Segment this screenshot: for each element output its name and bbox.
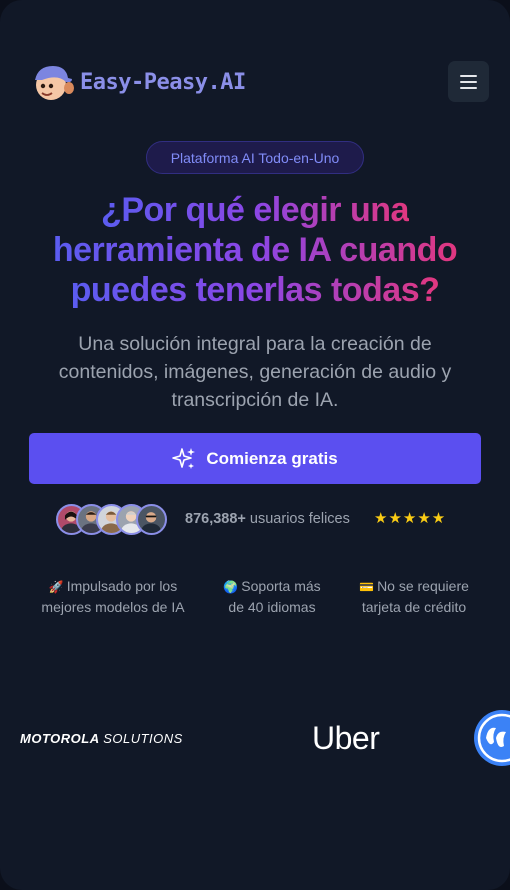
sparkles-icon [172, 447, 196, 469]
subtitle-line: Una solución integral para la creación d… [78, 333, 432, 355]
users-label: usuarios felices [249, 511, 350, 527]
start-free-button[interactable]: Comienza gratis [29, 433, 481, 484]
hamburger-menu-icon [460, 80, 477, 83]
headline-line: ¿Por qué elegir una [101, 191, 409, 229]
client-logos: MOTOROLA SOLUTIONS Uber [0, 706, 510, 772]
avatar [136, 504, 167, 535]
feature-text: de 40 idiomas [228, 599, 316, 615]
subtitle-line: transcripción de IA. [171, 389, 339, 411]
mascot-logo-icon [35, 66, 74, 100]
uber-logo: Uber [312, 720, 380, 756]
feature-item: 🚀 Impulsado por los mejores modelos de IA [36, 576, 190, 617]
brand-name: Easy-Peasy.AI [80, 69, 246, 95]
logo-text: SOLUTIONS [103, 731, 183, 746]
feature-item: 🌍 Soporta más de 40 idiomas [214, 576, 330, 617]
logo-text: MOTOROLA [20, 731, 100, 746]
users-count: 876,388+ [185, 511, 246, 527]
ge-logo-icon [474, 710, 510, 766]
feature-text: mejores modelos de IA [41, 599, 185, 615]
feature-item: 💳 No se requiere tarjeta de crédito [350, 576, 478, 617]
feature-text: No se requiere [377, 578, 469, 594]
start-free-label: Comienza gratis [206, 448, 338, 468]
menu-button[interactable] [448, 61, 489, 102]
feature-text: tarjeta de crédito [361, 599, 467, 615]
motorola-solutions-logo: MOTOROLA SOLUTIONS [20, 731, 183, 746]
headline-line: puedes tenerlas todas? [70, 271, 440, 309]
hamburger-menu-icon [460, 86, 477, 89]
platform-badge: Plataforma AI Todo-en-Uno [146, 141, 364, 174]
top-nav: Easy-Peasy.AI [0, 58, 510, 106]
hamburger-menu-icon [460, 74, 477, 77]
users-count-text: 876,388+ usuarios felices [185, 511, 350, 527]
headline-line: herramienta de IA cuando [52, 231, 458, 269]
feature-text: Soporta más [241, 578, 321, 594]
hero-subtitle: Una solución integral para la creación d… [30, 330, 480, 414]
subtitle-line: contenidos, imágenes, generación de audi… [58, 361, 452, 383]
brand-logo[interactable]: Easy-Peasy.AI [28, 60, 246, 104]
social-proof: 876,388+ usuarios felices ★★★★★ [56, 503, 476, 537]
feature-list: 🚀 Impulsado por los mejores modelos de IA… [0, 576, 510, 622]
credit-card-icon: 💳 [359, 580, 375, 594]
feature-text: Impulsado por los [66, 578, 178, 594]
page-headline: ¿Por qué elegir una herramienta de IA cu… [0, 190, 510, 310]
globe-icon: 🌍 [223, 580, 239, 594]
rating-stars-icon: ★★★★★ [374, 510, 447, 527]
rocket-icon: 🚀 [48, 580, 64, 594]
app-screen: Easy-Peasy.AI Plataforma AI Todo-en-Uno … [0, 0, 510, 890]
